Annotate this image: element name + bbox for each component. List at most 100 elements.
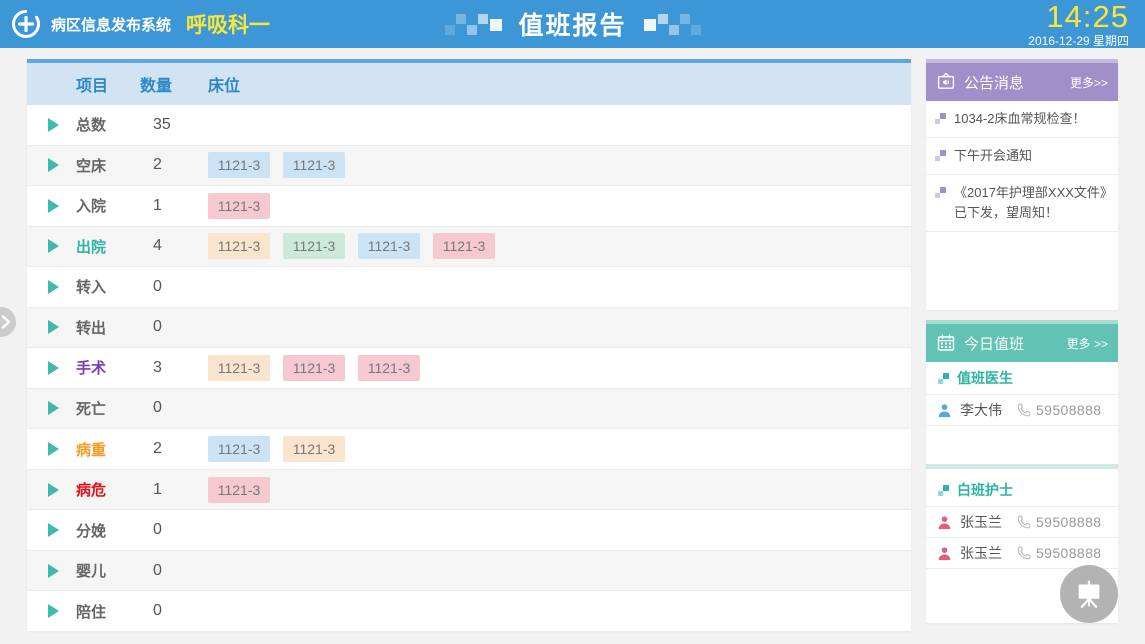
- row-beds: 1121-3 1121-3 1121-3: [208, 355, 911, 381]
- page-title: 值班报告: [518, 6, 626, 42]
- announcement-text: 1034-2床血常规检查！: [954, 109, 1085, 129]
- duty-more-link[interactable]: 更多 >>: [1067, 335, 1108, 352]
- play-triangle-icon: [48, 118, 59, 132]
- table-row[interactable]: 出院 4 1121-31121-31121-31121-3: [27, 226, 911, 267]
- row-beds: 1121-3: [208, 477, 911, 503]
- prev-page-button[interactable]: [0, 307, 16, 337]
- title-decoration-right: [643, 13, 701, 36]
- row-count: 1: [140, 481, 208, 499]
- play-triangle-icon: [48, 361, 59, 375]
- announcements-more-link[interactable]: 更多>>: [1070, 74, 1108, 91]
- row-count: 0: [140, 562, 208, 580]
- play-triangle-icon: [48, 320, 59, 334]
- duty-section-title-row: 白班护士: [926, 474, 1118, 507]
- play-triangle-icon: [48, 483, 59, 497]
- bed-badge[interactable]: 1121-3: [283, 436, 345, 462]
- table-row[interactable]: 分娩 0: [27, 509, 911, 550]
- play-triangle-icon: [48, 280, 59, 294]
- play-triangle-icon: [48, 523, 59, 537]
- bed-badge[interactable]: 1121-3: [208, 355, 270, 381]
- duty-person-row[interactable]: 李大伟 59508888: [926, 395, 1118, 426]
- play-triangle-icon: [48, 564, 59, 578]
- play-triangle-icon: [48, 199, 59, 213]
- section-divider: [926, 464, 1118, 469]
- announcement-item[interactable]: 《2017年护理部XXX文件》已下发，望周知！: [926, 175, 1118, 232]
- table-row[interactable]: 空床 2 1121-31121-3: [27, 145, 911, 186]
- bed-badge[interactable]: 1121-3: [208, 152, 270, 178]
- table-row[interactable]: 入院 1 1121-3: [27, 185, 911, 226]
- duty-section: 值班医生 李大伟 59508888: [926, 362, 1118, 426]
- row-label: 陪住: [76, 601, 140, 622]
- table-row[interactable]: 总数 35: [27, 105, 911, 145]
- person-phone: 59508888: [1036, 402, 1102, 418]
- table-row[interactable]: 转入 0: [27, 266, 911, 307]
- column-header-item: 项目: [76, 72, 140, 96]
- table-row[interactable]: 婴儿 0: [27, 550, 911, 591]
- row-count: 0: [140, 278, 208, 296]
- table-row[interactable]: 手术 3 1121-31121-31121-3: [27, 347, 911, 388]
- bed-badge[interactable]: 1121-3: [208, 436, 270, 462]
- bed-badge[interactable]: 1121-3: [283, 233, 345, 259]
- column-header-beds: 床位: [208, 72, 911, 96]
- row-label: 出院: [76, 236, 140, 257]
- bed-badge[interactable]: 1121-3: [208, 193, 270, 219]
- announcements-panel: 公告消息 更多>> 1034-2床血常规检查！ 下午开会通知 《2017年护理部…: [926, 59, 1118, 310]
- bed-badge[interactable]: 1121-3: [358, 233, 420, 259]
- play-triangle-icon: [48, 442, 59, 456]
- duty-section: 白班护士 张玉兰 59508888 张玉兰 59508888: [926, 474, 1118, 569]
- calendar-icon: [936, 333, 956, 353]
- table-row[interactable]: 死亡 0: [27, 388, 911, 429]
- row-label: 转出: [76, 317, 140, 338]
- phone-icon: [1017, 546, 1031, 560]
- play-triangle-icon: [48, 604, 59, 618]
- row-label: 总数: [76, 114, 140, 135]
- duty-person-row[interactable]: 张玉兰 59508888: [926, 507, 1118, 538]
- person-phone: 59508888: [1036, 514, 1102, 530]
- announcement-item[interactable]: 下午开会通知: [926, 138, 1118, 175]
- bed-badge[interactable]: 1121-3: [358, 355, 420, 381]
- announcements-list: 1034-2床血常规检查！ 下午开会通知 《2017年护理部XXX文件》已下发，…: [926, 101, 1118, 232]
- announcement-text: 下午开会通知: [954, 146, 1032, 166]
- clock-time: 14:25: [1028, 1, 1129, 32]
- row-count: 2: [140, 156, 208, 174]
- duty-header: 今日值班 更多 >>: [926, 320, 1118, 362]
- presentation-board-icon: [1072, 577, 1106, 611]
- duty-people: 李大伟 59508888: [926, 395, 1118, 426]
- chevron-right-icon: [1, 315, 11, 329]
- table-header-row: 项目 数量 床位: [27, 59, 911, 105]
- row-label: 婴儿: [76, 560, 140, 581]
- announcement-text: 《2017年护理部XXX文件》已下发，望周知！: [954, 183, 1110, 223]
- person-name: 张玉兰: [960, 512, 1002, 532]
- ward-stats-table: 项目 数量 床位 总数 35 空床 2 1121-31121-3 入院 1 11…: [27, 59, 911, 631]
- title-decoration-left: [444, 13, 502, 36]
- bed-badge[interactable]: 1121-3: [283, 152, 345, 178]
- duty-section-title: 值班医生: [957, 368, 1013, 388]
- brand: 病区信息发布系统 呼吸科一: [0, 8, 270, 40]
- table-row[interactable]: 病危 1 1121-3: [27, 469, 911, 510]
- table-row[interactable]: 陪住 0: [27, 590, 911, 631]
- doctor-icon: [937, 403, 952, 418]
- row-beds: 1121-3 1121-3 1121-3 1121-3: [208, 233, 911, 259]
- row-label: 死亡: [76, 398, 140, 419]
- table-row[interactable]: 转出 0: [27, 307, 911, 348]
- row-count: 0: [140, 521, 208, 539]
- bed-badge[interactable]: 1121-3: [283, 355, 345, 381]
- announcement-item[interactable]: 1034-2床血常规检查！: [926, 101, 1118, 138]
- person-phone: 59508888: [1036, 545, 1102, 561]
- clock: 14:25 2016-12-29 星期四: [1028, 1, 1129, 47]
- row-beds: 1121-3 1121-3: [208, 436, 911, 462]
- bed-badge[interactable]: 1121-3: [208, 477, 270, 503]
- pixel-bullet-icon: [935, 150, 946, 161]
- row-beds: 1121-3: [208, 193, 911, 219]
- hospital-logo-icon: [10, 8, 42, 40]
- row-label: 入院: [76, 195, 140, 216]
- pixel-bullet-icon: [935, 113, 946, 124]
- presentation-board-button[interactable]: [1060, 565, 1118, 623]
- bed-badge[interactable]: 1121-3: [433, 233, 495, 259]
- table-row[interactable]: 病重 2 1121-31121-3: [27, 428, 911, 469]
- duty-section-title: 白班护士: [957, 480, 1013, 500]
- duty-section-title-row: 值班医生: [926, 362, 1118, 395]
- person-name: 张玉兰: [960, 543, 1002, 563]
- bed-badge[interactable]: 1121-3: [208, 233, 270, 259]
- row-count: 0: [140, 399, 208, 417]
